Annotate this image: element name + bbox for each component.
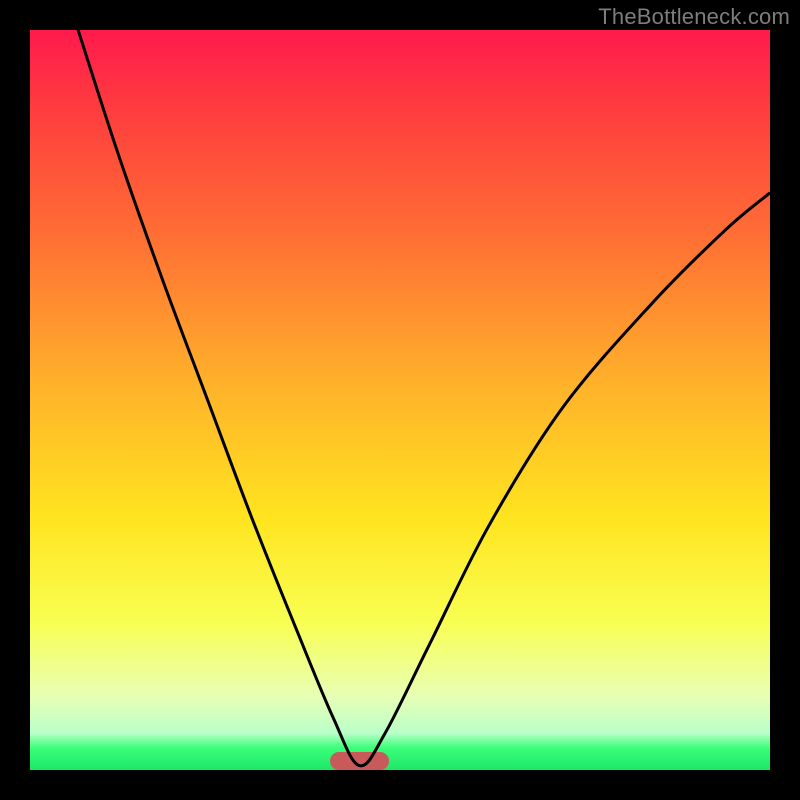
bottleneck-curve (30, 30, 770, 770)
chart-frame (30, 30, 770, 770)
watermark-text: TheBottleneck.com (598, 4, 790, 30)
curve-path (78, 30, 770, 766)
